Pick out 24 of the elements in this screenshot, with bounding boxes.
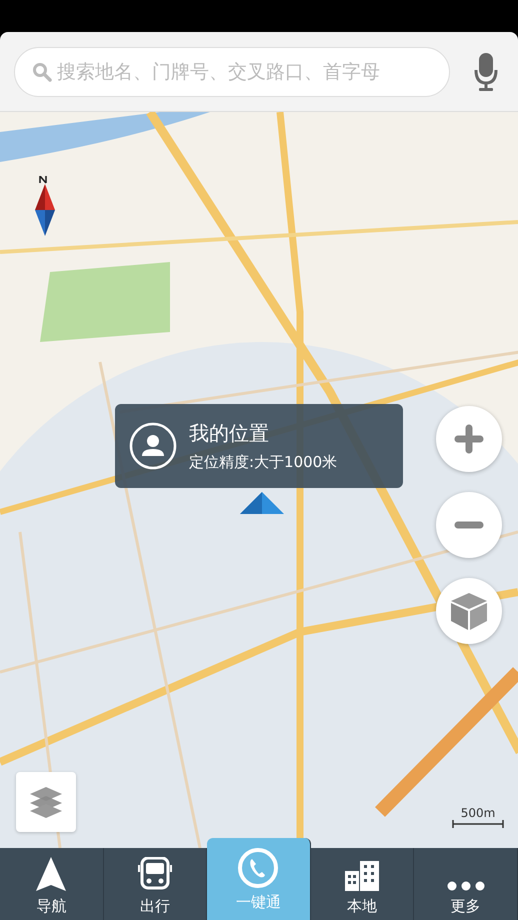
popup-title: 我的位置 [189, 420, 270, 447]
scale-label: 500m [460, 806, 496, 820]
tab-bar-item[interactable]: 更多 [414, 848, 518, 920]
buildings-icon [345, 861, 380, 891]
phone-icon [237, 846, 280, 888]
layers-button[interactable] [16, 772, 76, 832]
location-arrow-icon [238, 492, 286, 516]
tab-bar-item[interactable]: 出行 [104, 848, 208, 920]
bus-icon [138, 857, 172, 891]
accuracy-text: 定位精度:大于1000米 [189, 453, 338, 472]
scale-bar-icon [452, 820, 504, 828]
tab-bar-item[interactable]: 本地 [310, 848, 414, 920]
compass-icon[interactable] [33, 176, 57, 236]
microphone-icon[interactable] [474, 52, 498, 92]
plus-icon [454, 424, 484, 454]
search-icon [32, 62, 52, 82]
cube-icon [449, 591, 489, 631]
more-icon [446, 881, 485, 891]
navigation-arrow-icon [36, 857, 66, 891]
search-field[interactable]: 搜索地名、门牌号、交叉路口、首字母 [14, 46, 450, 96]
layers-icon [29, 786, 63, 818]
minus-icon [454, 520, 484, 530]
tab-bar-item[interactable]: 导航 [0, 848, 104, 920]
person-icon [129, 422, 177, 470]
